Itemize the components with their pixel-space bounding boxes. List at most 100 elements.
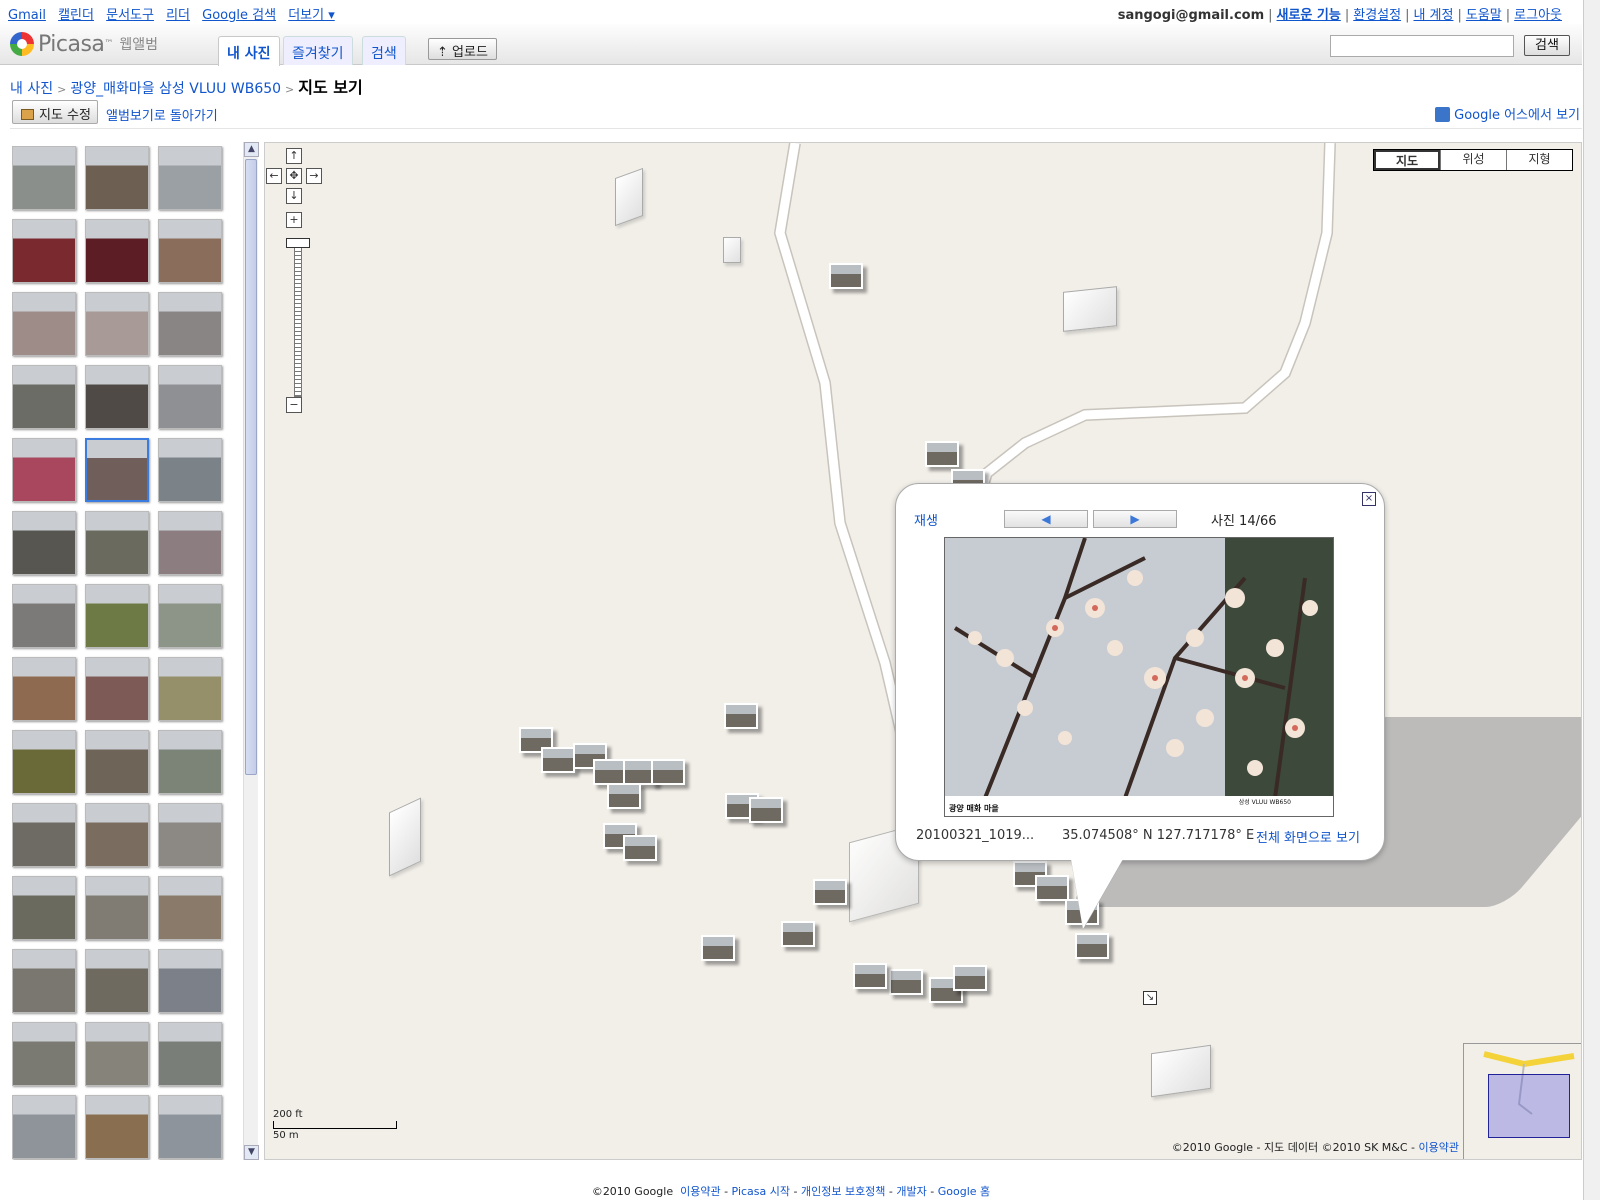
photo-marker[interactable] (853, 963, 887, 989)
photo-thumbnail[interactable] (85, 657, 149, 721)
docs-link[interactable]: 문서도구 (106, 8, 154, 23)
photo-thumbnail[interactable] (85, 219, 149, 283)
footer-developers-link[interactable]: 개발자 (896, 1185, 926, 1198)
pan-up-icon[interactable]: ↑ (286, 148, 302, 164)
scroll-up-arrow-icon[interactable]: ▲ (244, 142, 259, 157)
zoom-out-icon[interactable]: − (286, 397, 302, 413)
scrollbar-thumb[interactable] (245, 159, 257, 775)
photo-thumbnail[interactable] (158, 438, 222, 502)
photo-thumbnail[interactable] (12, 511, 76, 575)
photo-thumbnail[interactable] (85, 876, 149, 940)
photo-thumbnail[interactable] (158, 584, 222, 648)
overview-viewport[interactable] (1488, 1074, 1570, 1138)
photo-thumbnail[interactable] (12, 438, 76, 502)
photo-thumbnail[interactable] (85, 146, 149, 210)
page-scrollbar[interactable] (1583, 0, 1600, 1200)
sign-out-link[interactable]: 로그아웃 (1514, 8, 1562, 23)
photo-thumbnail[interactable] (158, 876, 222, 940)
photo-thumbnail[interactable] (12, 146, 76, 210)
photo-thumbnail[interactable] (85, 1022, 149, 1086)
photo-thumbnail[interactable] (85, 949, 149, 1013)
slideshow-play-link[interactable]: 재생 (914, 510, 938, 529)
photo-thumbnail[interactable] (85, 1095, 149, 1159)
breadcrumb-album[interactable]: 광양_매화마을 삼성 VLUU WB650 (70, 81, 281, 97)
pan-center-icon[interactable]: ✥ (286, 168, 302, 184)
picasa-logo[interactable]: Picasa ™ 웹앨범 (10, 30, 158, 58)
footer-terms-link[interactable]: 이용약관 (680, 1185, 720, 1198)
photo-thumbnail[interactable] (12, 803, 76, 867)
fullscreen-link[interactable]: 전체 화면으로 보기 (1256, 827, 1360, 846)
photo-thumbnail[interactable] (158, 219, 222, 283)
photo-marker[interactable] (889, 969, 923, 995)
pan-down-icon[interactable]: ↓ (286, 188, 302, 204)
footer-privacy-link[interactable]: 개인정보 보호정책 (801, 1185, 885, 1198)
map-canvas[interactable]: ↑ ← ✥ → ↓ + − 지도 위성 지형 × 재생 ◀ ▶ 사진 14/66 (264, 142, 1582, 1160)
map-type-terrain[interactable]: 지형 (1506, 150, 1572, 170)
photo-thumbnail[interactable] (158, 292, 222, 356)
tab-favorites[interactable]: 즐겨찾기 (283, 36, 353, 65)
terms-link[interactable]: 이용약관 (1419, 1141, 1459, 1154)
back-to-album-link[interactable]: 앨범보기로 돌아가기 (106, 105, 218, 124)
photo-thumbnail[interactable] (12, 584, 76, 648)
zoom-in-icon[interactable]: + (286, 212, 302, 228)
more-menu[interactable]: 더보기 ▾ (288, 8, 335, 23)
overview-map[interactable] (1463, 1043, 1581, 1159)
upload-button[interactable]: ⇡ 업로드 (428, 38, 497, 60)
photo-thumbnail[interactable] (12, 292, 76, 356)
photo-preview[interactable]: 광양 매화 마을 삼성 VLUU WB650 (944, 537, 1334, 817)
photo-thumbnail[interactable] (12, 1095, 76, 1159)
photo-marker[interactable] (541, 747, 575, 773)
previous-photo-button[interactable]: ◀ (1004, 510, 1088, 528)
photo-thumbnail[interactable] (12, 730, 76, 794)
footer-picasa-link[interactable]: Picasa 시작 (732, 1185, 790, 1198)
reader-link[interactable]: 리더 (166, 8, 190, 23)
photo-thumbnail[interactable] (12, 876, 76, 940)
photo-thumbnail[interactable] (12, 657, 76, 721)
view-in-google-earth-link[interactable]: Google 어스에서 보기 (1435, 104, 1580, 123)
pan-right-icon[interactable]: → (306, 168, 322, 184)
scroll-down-arrow-icon[interactable]: ▼ (244, 1145, 259, 1160)
next-photo-button[interactable]: ▶ (1093, 510, 1177, 528)
photo-thumbnail[interactable] (85, 730, 149, 794)
expand-corner-icon[interactable]: ↘ (1143, 991, 1157, 1005)
photo-thumbnail[interactable] (85, 803, 149, 867)
photo-thumbnail[interactable] (158, 146, 222, 210)
calendar-link[interactable]: 캘린더 (58, 8, 94, 23)
search-input[interactable] (1330, 35, 1514, 57)
map-type-satellite[interactable]: 위성 (1440, 150, 1506, 170)
photo-marker[interactable] (829, 263, 863, 289)
photo-marker[interactable] (1075, 933, 1109, 959)
photo-thumbnail[interactable] (12, 949, 76, 1013)
photo-thumbnail[interactable] (158, 657, 222, 721)
photo-marker[interactable] (953, 965, 987, 991)
tab-search[interactable]: 검색 (362, 36, 406, 65)
photo-marker[interactable] (925, 441, 959, 467)
zoom-slider-track[interactable] (294, 243, 302, 397)
photo-marker[interactable] (701, 935, 735, 961)
photo-thumbnail[interactable] (158, 511, 222, 575)
photo-thumbnail[interactable] (158, 1095, 222, 1159)
edit-map-button[interactable]: 지도 수정 (12, 100, 98, 124)
photo-thumbnail[interactable] (158, 730, 222, 794)
photo-marker[interactable] (607, 783, 641, 809)
tab-my-photos[interactable]: 내 사진 (218, 36, 280, 66)
photo-marker[interactable] (749, 797, 783, 823)
photo-marker[interactable] (1035, 875, 1069, 901)
photo-thumbnail[interactable] (158, 949, 222, 1013)
pan-left-icon[interactable]: ← (266, 168, 282, 184)
close-icon[interactable]: × (1362, 492, 1376, 506)
photo-thumbnail[interactable] (85, 438, 149, 502)
photo-thumbnail[interactable] (85, 292, 149, 356)
help-link[interactable]: 도움말 (1466, 8, 1502, 23)
breadcrumb-my-photos[interactable]: 내 사진 (10, 81, 53, 97)
map-type-map[interactable]: 지도 (1374, 150, 1440, 170)
whats-new-link[interactable]: 새로운 기능 (1277, 8, 1341, 23)
photo-thumbnail[interactable] (85, 584, 149, 648)
photo-marker[interactable] (813, 879, 847, 905)
photo-thumbnail[interactable] (85, 511, 149, 575)
photo-thumbnail[interactable] (85, 365, 149, 429)
photo-thumbnail[interactable] (12, 219, 76, 283)
thumbnail-scrollbar[interactable]: ▲ ▼ (243, 142, 259, 1160)
photo-marker[interactable] (724, 703, 758, 729)
photo-marker[interactable] (623, 835, 657, 861)
